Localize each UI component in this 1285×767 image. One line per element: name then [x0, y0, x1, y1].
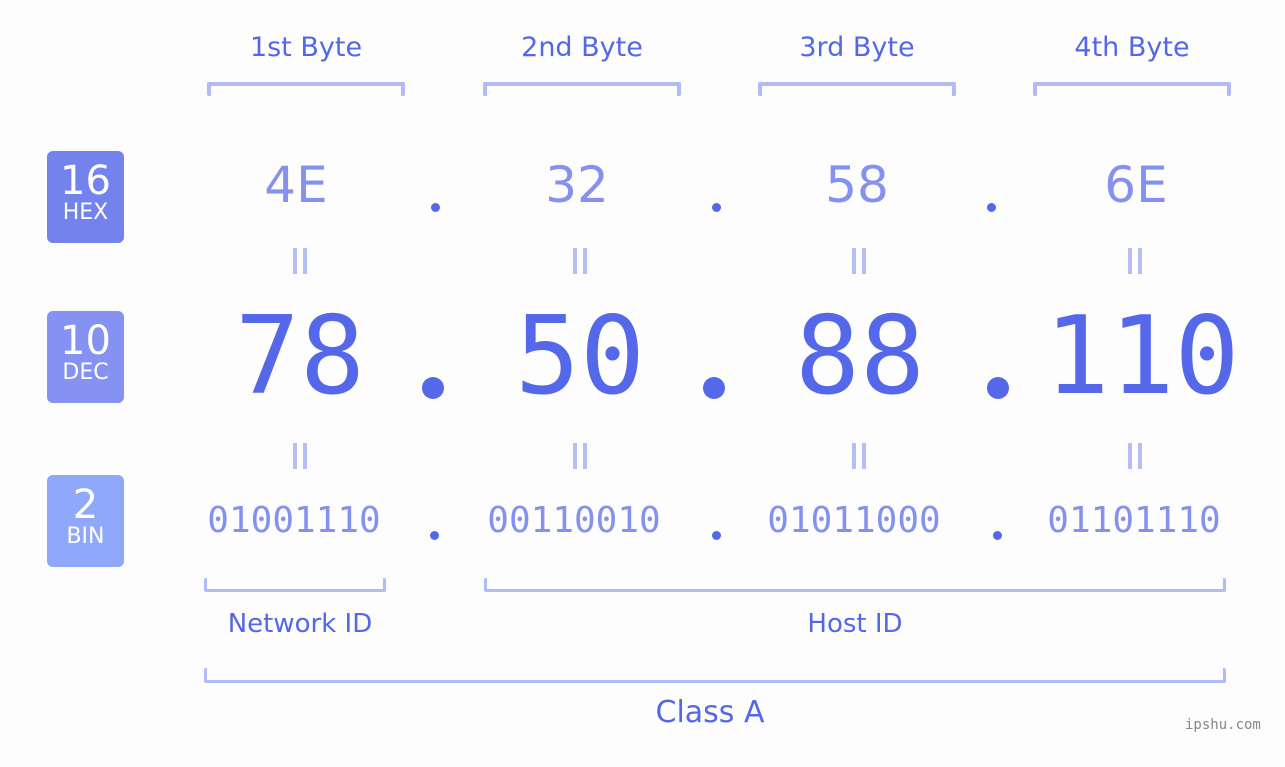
hex-separator-dot — [712, 203, 721, 212]
bin-badge-label: BIN — [66, 524, 105, 549]
equals-icon — [1128, 443, 1142, 469]
dec-separator-dot — [422, 377, 444, 399]
host-id-label: Host ID — [807, 609, 903, 639]
class-bracket — [204, 668, 1226, 683]
bin-value-3: 01011000 — [767, 500, 941, 541]
equals-icon — [573, 443, 587, 469]
bin-badge-number: 2 — [72, 482, 99, 528]
hex-separator-dot — [431, 203, 440, 212]
equals-icon — [573, 248, 587, 274]
class-label: Class A — [655, 695, 765, 730]
equals-icon — [1128, 248, 1142, 274]
byte-bracket-4 — [1033, 82, 1231, 96]
dec-badge-label: DEC — [62, 360, 109, 385]
bin-separator-dot — [712, 531, 721, 540]
hex-value-3: 58 — [825, 156, 889, 214]
dec-value-4: 110 — [1044, 294, 1240, 419]
equals-icon — [293, 443, 307, 469]
dec-separator-dot — [703, 377, 725, 399]
byte-bracket-3 — [758, 82, 956, 96]
dec-value-2: 50 — [514, 294, 646, 419]
byte-label-3: 3rd Byte — [799, 32, 915, 63]
hex-badge-number: 16 — [60, 158, 111, 204]
bin-badge: 2 BIN — [47, 475, 124, 567]
bin-value-1: 01001110 — [207, 500, 381, 541]
byte-bracket-1 — [207, 82, 405, 96]
hex-value-2: 32 — [545, 156, 609, 214]
byte-label-2: 2nd Byte — [521, 32, 643, 63]
bin-value-4: 01101110 — [1047, 500, 1221, 541]
hex-badge: 16 HEX — [47, 151, 124, 243]
hex-value-1: 4E — [264, 156, 328, 214]
network-id-bracket — [204, 578, 386, 592]
dec-badge-number: 10 — [60, 318, 111, 364]
equals-icon — [293, 248, 307, 274]
hex-separator-dot — [987, 203, 996, 212]
bin-value-2: 00110010 — [487, 500, 661, 541]
dec-value-1: 78 — [234, 294, 366, 419]
host-id-bracket — [484, 578, 1226, 592]
byte-label-1: 1st Byte — [249, 32, 363, 63]
bin-separator-dot — [430, 531, 439, 540]
network-id-label: Network ID — [227, 609, 373, 639]
equals-icon — [852, 443, 866, 469]
dec-badge: 10 DEC — [47, 311, 124, 403]
byte-label-4: 4th Byte — [1074, 32, 1190, 63]
watermark: ipshu.com — [1185, 717, 1261, 733]
byte-bracket-2 — [483, 82, 681, 96]
dec-value-3: 88 — [794, 294, 926, 419]
dec-separator-dot — [987, 377, 1009, 399]
hex-badge-label: HEX — [62, 200, 109, 225]
bin-separator-dot — [993, 531, 1002, 540]
equals-icon — [852, 248, 866, 274]
hex-value-4: 6E — [1104, 156, 1168, 214]
